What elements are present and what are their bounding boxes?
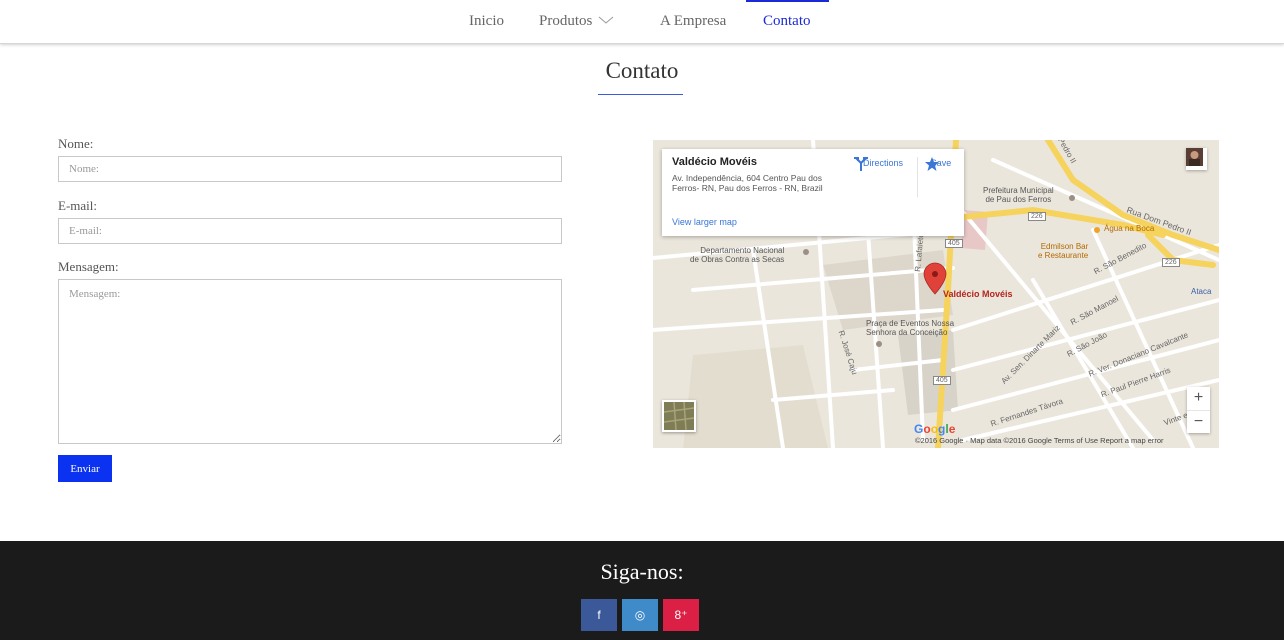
map-pin-label: Valdécio Movéis: [943, 289, 1013, 299]
send-button[interactable]: Enviar: [58, 455, 112, 482]
instagram-icon[interactable]: ◎: [622, 599, 658, 631]
map-label-agua: Água na Boca: [1104, 224, 1155, 233]
map-label-dnocs: Departamento Nacional de Obras Contra as …: [690, 246, 785, 264]
zoom-in-button[interactable]: +: [1187, 387, 1210, 410]
map-label-edmilson: Edmilson Bar e Restaurante: [1038, 242, 1089, 260]
map-attribution[interactable]: ©2016 Google · Map data ©2016 Google Ter…: [915, 436, 1215, 445]
page-title: Contato: [605, 58, 679, 83]
nav-item-contato[interactable]: Contato: [763, 13, 811, 30]
map-label-praca: Praça de Eventos Nossa Senhora da Conceiç…: [866, 319, 955, 337]
name-label: Nome:: [58, 136, 94, 151]
star-icon: [925, 157, 939, 171]
user-avatar-icon[interactable]: [1186, 148, 1207, 170]
name-field[interactable]: [58, 156, 562, 182]
message-textarea[interactable]: [58, 279, 562, 444]
info-divider: [917, 157, 918, 197]
satellite-toggle-thumbnail[interactable]: [662, 400, 696, 432]
nav-item-inicio[interactable]: Inicio: [469, 13, 504, 30]
footer: Siga-nos: f ◎ 8⁺: [0, 541, 1284, 640]
top-navigation: Inicio Produtos A Empresa Contato: [0, 0, 1284, 44]
nav-item-a-empresa[interactable]: A Empresa: [660, 13, 726, 30]
directions-button[interactable]: Directions: [852, 156, 914, 171]
nav-item-produtos-label: Produtos: [539, 13, 593, 29]
embedded-map[interactable]: 226 405 226 405 Prefeitura Municipal de P…: [653, 140, 1219, 448]
route-shield: 226: [1028, 212, 1046, 221]
message-label: Mensagem:: [58, 259, 119, 274]
nav-active-indicator: [746, 0, 829, 2]
view-larger-map-link[interactable]: View larger map: [672, 217, 737, 227]
place-info-card: Valdécio Movéis Av. Independência, 604 C…: [662, 149, 964, 236]
place-address: Av. Independência, 604 Centro Pau dos Fe…: [672, 173, 823, 193]
nav-item-produtos[interactable]: Produtos: [539, 13, 614, 30]
email-field[interactable]: [58, 218, 562, 244]
title-underline: [598, 94, 683, 95]
zoom-controls: + −: [1187, 387, 1210, 433]
map-label-ataca: Ataca: [1191, 287, 1212, 296]
place-name: Valdécio Movéis: [672, 156, 757, 168]
zoom-out-button[interactable]: −: [1187, 411, 1210, 434]
footer-title: Siga-nos:: [600, 559, 684, 584]
save-button[interactable]: Save: [924, 156, 958, 171]
map-label-prefeitura: Prefeitura Municipal de Pau dos Ferros: [983, 186, 1054, 204]
route-shield: 405: [945, 239, 963, 248]
google-plus-icon[interactable]: 8⁺: [663, 599, 699, 631]
google-logo: Google: [914, 422, 956, 436]
directions-icon: [854, 157, 868, 171]
route-shield: 226: [1162, 258, 1180, 267]
chevron-down-icon: [598, 13, 614, 30]
route-shield: 405: [933, 376, 951, 385]
email-label: E-mail:: [58, 198, 97, 213]
facebook-icon[interactable]: f: [581, 599, 617, 631]
